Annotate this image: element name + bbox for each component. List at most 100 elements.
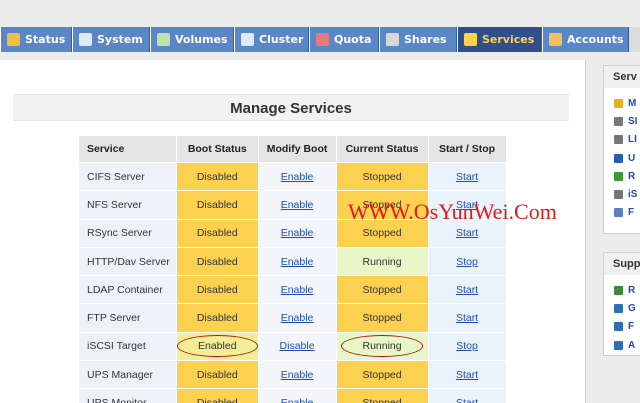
sidebar-link[interactable]: F bbox=[604, 318, 640, 336]
tab-cluster[interactable]: Cluster bbox=[234, 27, 309, 52]
modify-boot-cell-link[interactable]: Disable bbox=[280, 340, 315, 352]
modify-boot-cell-link[interactable]: Enable bbox=[281, 199, 314, 211]
current-status-cell-text: Stopped bbox=[362, 397, 401, 403]
tab-quota[interactable]: Quota bbox=[309, 27, 379, 52]
sidebar-link[interactable]: SI bbox=[604, 112, 640, 130]
ftp-icon bbox=[614, 208, 623, 218]
page-title-bar: Manage Services bbox=[13, 94, 569, 121]
service-name-cell-text: FTP Server bbox=[87, 312, 141, 325]
start-stop-cell-link[interactable]: Stop bbox=[456, 340, 478, 352]
sidebar-link[interactable]: G bbox=[604, 299, 640, 317]
modify-boot-cell-link[interactable]: Enable bbox=[281, 256, 314, 268]
start-stop-cell: Stop bbox=[428, 332, 506, 361]
modify-boot-cell-link[interactable]: Enable bbox=[281, 369, 314, 381]
current-status-cell-text: Stopped bbox=[362, 312, 402, 325]
service-name-cell: FTP Server bbox=[79, 304, 176, 332]
sidebar-link[interactable]: A bbox=[604, 336, 640, 354]
rsync-icon bbox=[614, 171, 623, 181]
service-name-cell: RSync Server bbox=[79, 219, 176, 247]
table-row: CIFS Server Disabled Enable Stopped Start bbox=[79, 163, 506, 191]
start-stop-cell-link[interactable]: Start bbox=[456, 227, 478, 239]
tab-label: Cluster bbox=[259, 33, 304, 46]
service-name-cell-text: UPS Manager bbox=[87, 368, 153, 381]
boot-status-cell: Disabled bbox=[177, 389, 258, 403]
modify-boot-cell-link[interactable]: Enable bbox=[281, 312, 314, 324]
start-stop-cell-link[interactable]: Start bbox=[456, 397, 478, 403]
service-name-cell: UPS Manager bbox=[79, 361, 176, 389]
tab-label: Status bbox=[25, 33, 66, 46]
sidebar-link[interactable]: F bbox=[604, 204, 640, 222]
start-stop-cell-link[interactable]: Start bbox=[456, 369, 478, 381]
page-title: Manage Services bbox=[230, 100, 352, 117]
volumes-icon bbox=[157, 33, 170, 46]
start-stop-cell: Stop bbox=[428, 247, 506, 276]
drive-icon bbox=[614, 116, 623, 126]
table-row: iSCSI Target Enabled Disable Running Stop bbox=[79, 332, 506, 361]
tab-label: Volumes bbox=[175, 33, 228, 46]
start-stop-cell: Start bbox=[428, 163, 506, 191]
service-name-cell: HTTP/Dav Server bbox=[79, 247, 176, 276]
start-stop-cell: Start bbox=[428, 276, 506, 304]
tab-status[interactable]: Status bbox=[0, 27, 72, 52]
tab-shares[interactable]: Shares bbox=[379, 27, 457, 52]
modify-boot-cell-link[interactable]: Enable bbox=[281, 171, 314, 183]
service-name-cell: iSCSI Target bbox=[79, 332, 176, 361]
sidebar-link[interactable]: LI bbox=[604, 131, 640, 149]
start-stop-cell: Start bbox=[428, 304, 506, 332]
column-header: Modify Boot bbox=[258, 136, 336, 162]
sidebar-link-label: SI bbox=[628, 115, 638, 127]
table-row: LDAP Container Disabled Enable Stopped Start bbox=[79, 276, 506, 304]
modify-boot-cell: Enable bbox=[258, 276, 336, 304]
sidebar-link-label: F bbox=[628, 321, 635, 333]
table-row: UPS Monitor Disabled Enable Stopped Start bbox=[79, 389, 506, 403]
start-stop-cell-link[interactable]: Start bbox=[456, 171, 478, 183]
current-status-cell: Running bbox=[336, 247, 428, 276]
start-stop-cell-link[interactable]: Start bbox=[456, 312, 478, 324]
boot-status-cell: Disabled bbox=[177, 219, 258, 247]
modify-boot-cell-link[interactable]: Enable bbox=[281, 397, 314, 403]
sidebar-link[interactable]: R bbox=[604, 281, 640, 299]
tab-label: Quota bbox=[334, 33, 372, 46]
tab-volumes[interactable]: Volumes bbox=[150, 27, 234, 52]
boot-status-cell: Disabled bbox=[177, 191, 258, 219]
sidebar-support-title: Supp bbox=[604, 253, 640, 275]
column-header: Boot Status bbox=[177, 136, 258, 162]
boot-status-cell-text: Disabled bbox=[197, 397, 238, 403]
watermark-text: WWW.OsYunWei.Com bbox=[348, 199, 557, 224]
start-stop-cell-link[interactable]: Start bbox=[456, 284, 478, 296]
quota-icon bbox=[316, 33, 329, 46]
service-name-cell-text: LDAP Container bbox=[87, 283, 163, 296]
modify-boot-cell-link[interactable]: Enable bbox=[281, 227, 314, 239]
current-status-cell: Stopped bbox=[336, 304, 428, 332]
sidebar-link[interactable]: U bbox=[604, 149, 640, 167]
forum-icon bbox=[614, 322, 623, 332]
start-stop-cell-link[interactable]: Stop bbox=[456, 256, 478, 268]
cluster-icon bbox=[241, 33, 254, 46]
service-name-cell-text: CIFS Server bbox=[87, 170, 145, 183]
sidebar-link-label: R bbox=[628, 170, 636, 182]
guide-icon bbox=[614, 303, 623, 313]
sidebar-link[interactable]: M bbox=[604, 94, 640, 112]
sidebar-link-label: G bbox=[628, 302, 636, 314]
tab-accounts[interactable]: Accounts bbox=[542, 27, 629, 52]
table-row: HTTP/Dav Server Disabled Enable Running Stop bbox=[79, 247, 506, 276]
current-status-cell: Running bbox=[336, 332, 428, 361]
sidebar-link-label: iS bbox=[628, 189, 638, 201]
lightning-icon bbox=[464, 33, 477, 46]
current-status-cell: Stopped bbox=[336, 276, 428, 304]
sidebar-link-label: LI bbox=[628, 134, 637, 146]
tab-label: System bbox=[97, 33, 143, 46]
table-header-row: Service Boot Status Modify Boot Current Sta… bbox=[79, 136, 506, 162]
tab-system[interactable]: System bbox=[72, 27, 150, 52]
sidebar-link[interactable]: R bbox=[604, 167, 640, 185]
tab-services[interactable]: Services bbox=[457, 27, 542, 52]
boot-status-cell: Disabled bbox=[177, 361, 258, 389]
modify-boot-cell-link[interactable]: Enable bbox=[281, 284, 314, 296]
boot-status-cell-text: Disabled bbox=[196, 283, 238, 296]
current-status-cell: Stopped bbox=[336, 389, 428, 403]
sidebar-link[interactable]: iS bbox=[604, 185, 640, 203]
sidebar-support-box: Supp R G F A bbox=[603, 252, 640, 356]
modify-boot-cell: Enable bbox=[258, 247, 336, 276]
boot-status-cell-text: Disabled bbox=[196, 255, 238, 268]
sidebar-link-label: U bbox=[628, 152, 636, 164]
